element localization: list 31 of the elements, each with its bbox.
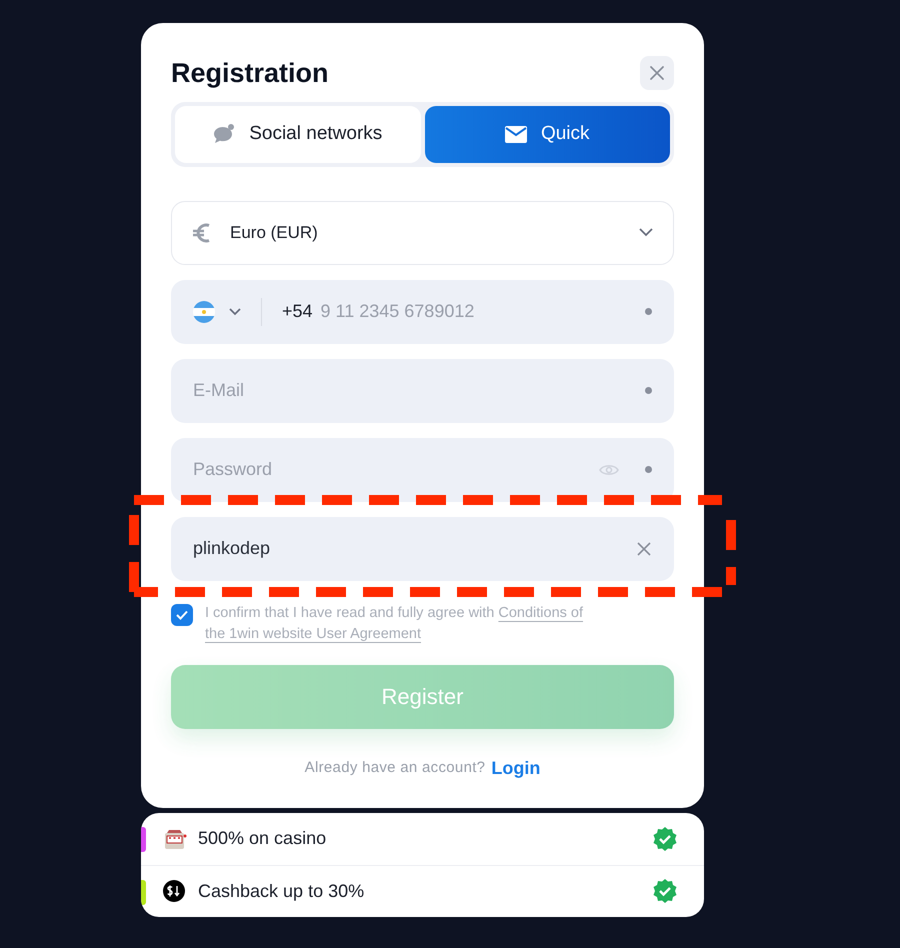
consent-text: I confirm that I have read and fully agree with Conditions of the 1win website User Agreement: [205, 604, 584, 644]
tab[interactable]: Quick: [424, 106, 670, 162]
email-field[interactable]: E-Mail: [171, 358, 674, 422]
phone-input[interactable]: 9 11 2345 6789012: [320, 298, 645, 325]
chevron-down-icon: [639, 228, 653, 237]
dialog-title: Registration: [171, 57, 329, 90]
envelope-icon: [504, 126, 527, 142]
login-link[interactable]: Login: [491, 754, 540, 782]
cashback-icon: [163, 880, 185, 902]
close-icon: [649, 65, 665, 82]
tab[interactable]: Social networks: [175, 106, 420, 162]
bonus-label: Cashback up to 30%: [198, 880, 366, 903]
country-picker[interactable]: [193, 298, 262, 326]
promo-input[interactable]: plinkodep: [193, 535, 636, 562]
close-button[interactable]: [640, 56, 674, 90]
phone-field[interactable]: +54 9 11 2345 6789012: [171, 280, 674, 344]
password-input[interactable]: Password: [193, 456, 599, 483]
chat-bubble-icon: [213, 124, 236, 144]
flag-icon: [193, 300, 215, 322]
checkbox[interactable]: [171, 604, 193, 626]
promo-code-field[interactable]: plinkodep: [171, 516, 674, 580]
clear-icon[interactable]: [636, 540, 652, 556]
currency-select[interactable]: Euro (EUR): [171, 200, 674, 264]
login-prompt: Already have an account?: [304, 758, 486, 778]
email-input[interactable]: E-Mail: [193, 377, 645, 404]
checkmark-icon: [176, 610, 188, 620]
euro-icon: [192, 222, 212, 244]
bonus-label: 500% on casino: [198, 827, 328, 850]
chevron-down-icon: [229, 308, 241, 316]
password-field[interactable]: Password: [171, 438, 674, 502]
country-code: +54: [282, 300, 313, 323]
